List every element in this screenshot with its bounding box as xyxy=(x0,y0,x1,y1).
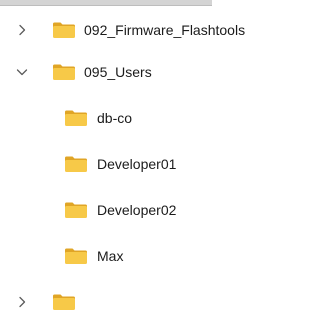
tree-item-db-co[interactable]: db-co xyxy=(0,102,310,134)
tree-item-092-firmware-flashtools[interactable]: 092_Firmware_Flashtools xyxy=(0,14,310,46)
tree-item-label: Developer01 xyxy=(97,156,177,172)
tree-item-label: db-co xyxy=(97,110,133,126)
chevron-right-icon[interactable] xyxy=(14,294,30,310)
tree-item-label: Developer02 xyxy=(97,202,177,218)
tree-item-label: Max xyxy=(97,248,124,264)
folder-icon xyxy=(53,22,75,38)
tree-item-partial[interactable] xyxy=(0,286,310,318)
folder-icon xyxy=(65,110,87,126)
folder-icon xyxy=(65,202,87,218)
tree-item-developer01[interactable]: Developer01 xyxy=(0,148,310,180)
tree-item-developer02[interactable]: Developer02 xyxy=(0,194,310,226)
chevron-right-icon[interactable] xyxy=(14,22,30,38)
tree-item-095-users[interactable]: 095_Users xyxy=(0,56,310,88)
chevron-down-icon[interactable] xyxy=(14,64,30,80)
tree-item-label: 095_Users xyxy=(84,64,152,80)
folder-icon xyxy=(53,64,75,80)
tree-item-label: 092_Firmware_Flashtools xyxy=(84,22,246,38)
folder-icon xyxy=(65,248,87,264)
window-top-edge xyxy=(0,0,212,6)
tree-item-max[interactable]: Max xyxy=(0,240,310,272)
folder-icon xyxy=(53,294,75,310)
folder-icon xyxy=(65,156,87,172)
